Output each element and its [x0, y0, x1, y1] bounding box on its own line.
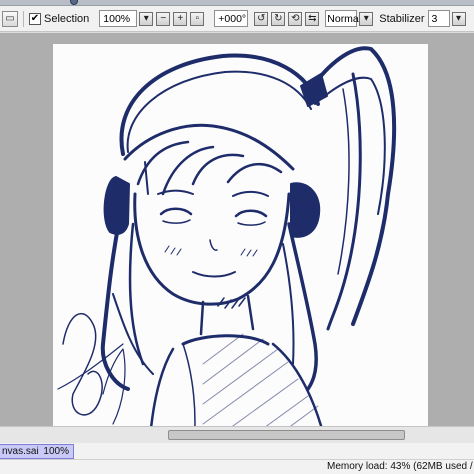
document-tab-name: nvas.sai: [2, 446, 39, 457]
rotate-left-icon[interactable]: ↺: [254, 11, 269, 26]
zoom-menu-icon[interactable]: ▾: [139, 11, 154, 26]
selection-checkbox[interactable]: ✔: [29, 12, 41, 25]
toolbar-separator: [23, 10, 24, 27]
stabilizer-label: Stabilizer: [379, 12, 425, 25]
stabilizer-field[interactable]: 3: [427, 10, 450, 27]
canvas-toolbar: ▭ ✔ Selection 100% ▾ − + ▫ +000° ↺ ↻ ⟲ ⇆…: [0, 6, 474, 32]
blend-mode-select[interactable]: Normal: [325, 10, 361, 27]
selection-label: Selection: [44, 12, 90, 25]
flip-icon[interactable]: ⇆: [305, 11, 320, 26]
rotate-reset-icon[interactable]: ⟲: [288, 11, 303, 26]
memory-load-status: Memory load: 43% (62MB used / 729MB r: [327, 461, 474, 472]
status-bar: Memory load: 43% (62MB used / 729MB r: [0, 460, 474, 474]
document-tab-zoom: 100%: [43, 446, 69, 457]
zoom-field[interactable]: 100%: [99, 10, 138, 27]
document-tab-bar: nvas.sai 100%: [0, 443, 474, 460]
checkmark-icon: ✔: [30, 12, 40, 24]
drawing-canvas[interactable]: [53, 44, 428, 426]
rotate-right-icon[interactable]: ↻: [271, 11, 286, 26]
sketch-drawing: [57, 46, 397, 426]
stabilizer-menu-icon[interactable]: ▾: [451, 11, 466, 26]
zoom-reset-icon[interactable]: ▫: [190, 11, 205, 26]
scrollbar-thumb[interactable]: [168, 430, 405, 440]
zoom-out-icon[interactable]: −: [156, 11, 171, 26]
collapse-icon[interactable]: ▭: [2, 10, 18, 27]
zoom-in-icon[interactable]: +: [173, 11, 188, 26]
canvas-workspace[interactable]: [0, 33, 474, 426]
document-tab[interactable]: nvas.sai 100%: [0, 444, 74, 459]
window-resize-knob[interactable]: [70, 0, 78, 5]
blend-menu-icon[interactable]: ▾: [359, 11, 374, 26]
horizontal-scrollbar[interactable]: [0, 426, 474, 443]
rotation-field[interactable]: +000°: [214, 10, 249, 27]
